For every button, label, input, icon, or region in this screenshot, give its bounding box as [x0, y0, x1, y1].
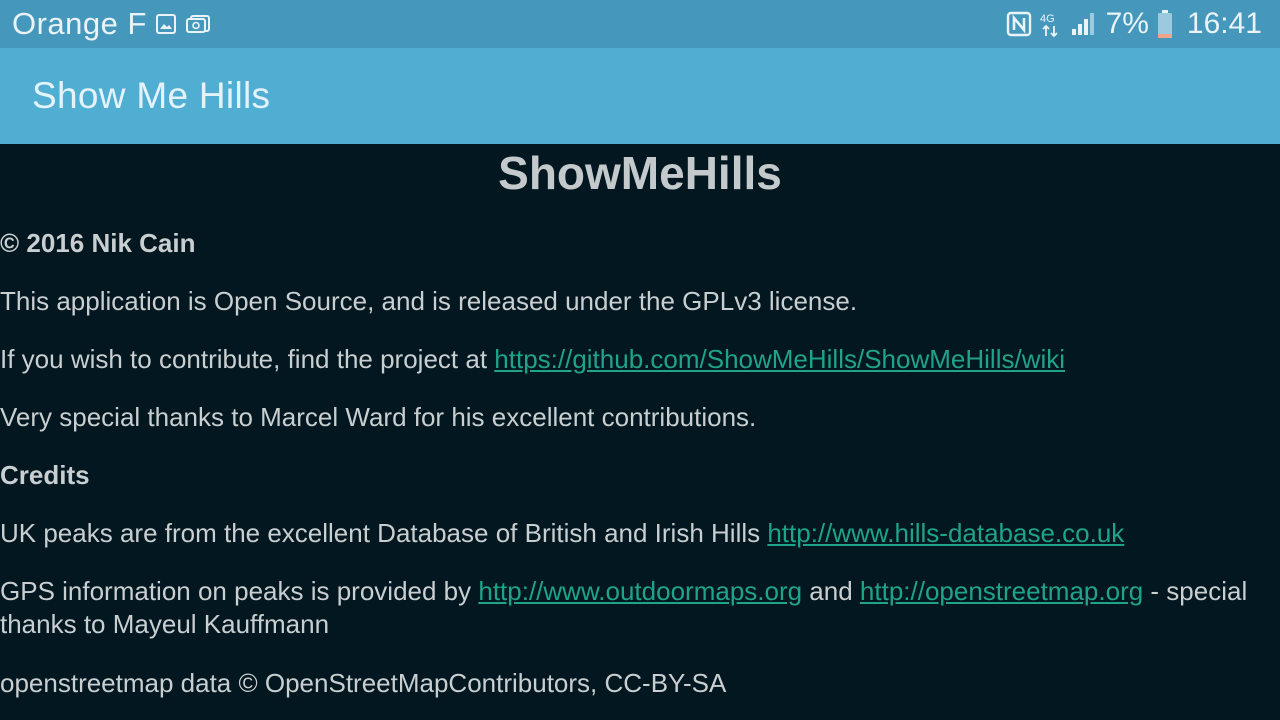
contribute-paragraph: If you wish to contribute, find the proj…	[0, 343, 1270, 376]
gps-and-text: and	[802, 576, 860, 606]
email-notification-icon	[185, 13, 211, 35]
svg-text:4G: 4G	[1040, 13, 1055, 25]
gps-paragraph: GPS information on peaks is provided by …	[0, 575, 1270, 641]
hills-database-link[interactable]: http://www.hills-database.co.uk	[767, 518, 1124, 548]
osm-attribution-text: openstreetmap data © OpenStreetMapContri…	[0, 668, 727, 698]
github-wiki-link[interactable]: https://github.com/ShowMeHills/ShowMeHil…	[494, 344, 1065, 374]
license-text: This application is Open Source, and is …	[0, 286, 858, 316]
uk-peaks-paragraph: UK peaks are from the excellent Database…	[0, 517, 1270, 550]
uk-peaks-text: UK peaks are from the excellent Database…	[0, 518, 768, 548]
mobile-data-4g-icon: 4G	[1040, 10, 1062, 38]
gallery-notification-icon	[155, 13, 177, 35]
copyright-text: © 2016 Nik Cain	[0, 228, 196, 258]
nfc-icon	[1006, 11, 1032, 37]
thanks-text: Very special thanks to Marcel Ward for h…	[0, 402, 757, 432]
page-heading: ShowMeHills	[498, 147, 782, 199]
openstreetmap-link[interactable]: http://openstreetmap.org	[860, 576, 1143, 606]
status-bar-clock: 16:41	[1186, 7, 1262, 40]
signal-strength-icon	[1070, 11, 1098, 37]
app-title: Show Me Hills	[32, 75, 271, 116]
battery-icon	[1157, 9, 1173, 39]
gps-text: GPS information on peaks is provided by	[0, 576, 479, 606]
status-bar-right: 4G 7% 16:41	[1006, 7, 1262, 41]
carrier-name: Orange F	[12, 6, 147, 41]
credits-heading: Credits	[0, 460, 90, 490]
about-content[interactable]: ShowMeHills © 2016 Nik Cain This applica…	[0, 144, 1280, 720]
battery-percentage: 7%	[1105, 7, 1149, 40]
status-bar-left: Orange F	[12, 6, 211, 42]
app-toolbar: Show Me Hills	[0, 48, 1280, 144]
contribute-text: If you wish to contribute, find the proj…	[0, 344, 495, 374]
status-bar: Orange F 4G 7% 16:41	[0, 0, 1280, 48]
outdoormaps-link[interactable]: http://www.outdoormaps.org	[478, 576, 802, 606]
